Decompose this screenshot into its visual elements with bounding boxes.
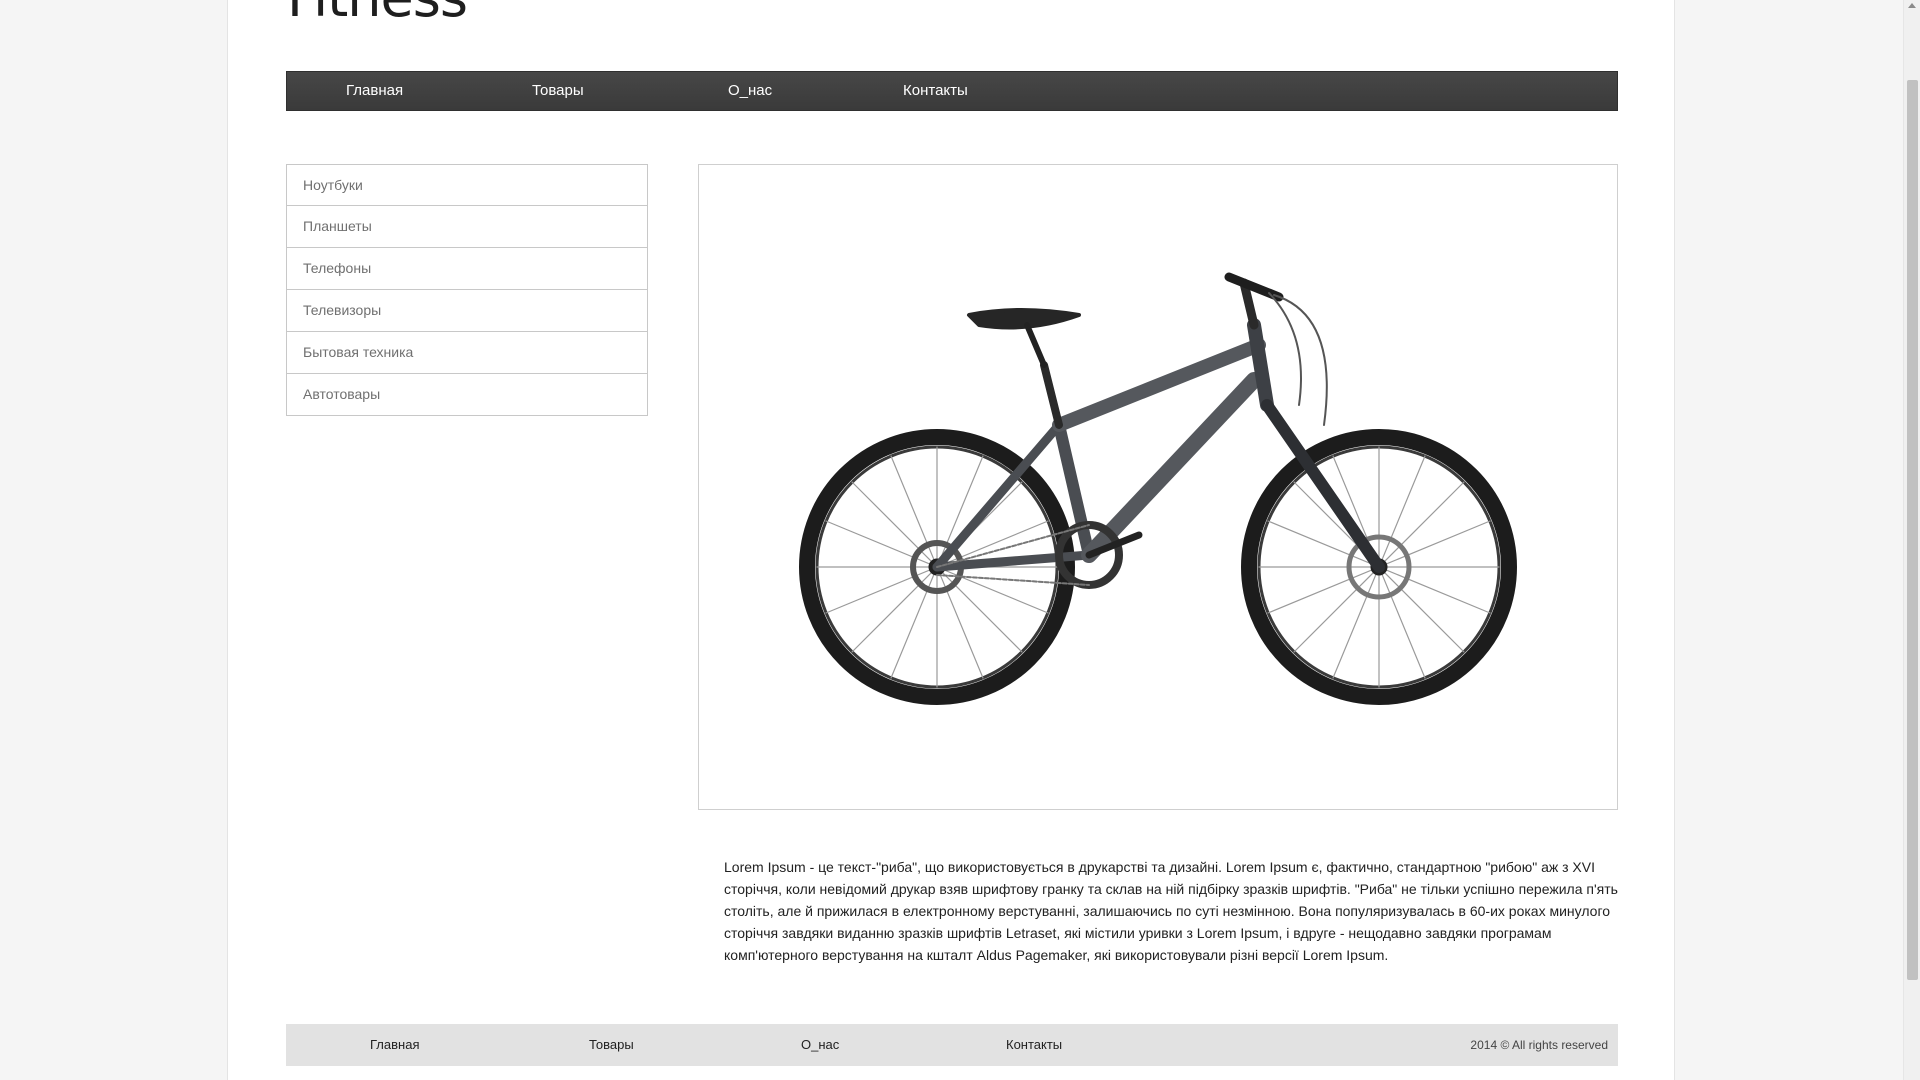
bike-saddle	[967, 308, 1081, 330]
footer-nav-products[interactable]: Товары	[589, 1024, 634, 1066]
product-description: Lorem Ipsum - це текст-"риба", що викори…	[724, 859, 1618, 963]
footer-nav-about[interactable]: О_нас	[801, 1024, 839, 1066]
nav-home[interactable]: Главная	[346, 72, 403, 110]
footer-bar: Главная Товары О_нас Контакты 2014 © All…	[286, 1024, 1618, 1066]
category-auto[interactable]: Автотовары	[286, 374, 648, 416]
top-navigation: Главная Товары О_нас Контакты	[286, 71, 1618, 111]
nav-products[interactable]: Товары	[532, 72, 584, 110]
page-container: Fitness Главная Товары О_нас Контакты Но…	[227, 0, 1675, 1080]
scroll-up-arrow-icon[interactable]	[1908, 3, 1916, 8]
footer-nav-home[interactable]: Главная	[370, 1024, 419, 1066]
scroll-thumb[interactable]	[1907, 80, 1918, 980]
category-tvs[interactable]: Телевизоры	[286, 290, 648, 332]
category-sidebar: Ноутбуки Планшеты Телефоны Телевизоры Бы…	[286, 164, 648, 416]
product-image-frame	[698, 164, 1618, 810]
site-logo[interactable]: Fitness	[287, 0, 468, 29]
nav-about[interactable]: О_нас	[728, 72, 772, 110]
footer-nav-contacts[interactable]: Контакты	[1006, 1024, 1062, 1066]
nav-contacts[interactable]: Контакты	[903, 72, 968, 110]
category-laptops[interactable]: Ноутбуки	[286, 164, 648, 206]
vertical-scrollbar[interactable]	[1903, 0, 1920, 1080]
category-appliances[interactable]: Бытовая техника	[286, 332, 648, 374]
category-tablets[interactable]: Планшеты	[286, 206, 648, 248]
footer-copyright: 2014 © All rights reserved	[1470, 1038, 1608, 1052]
category-phones[interactable]: Телефоны	[286, 248, 648, 290]
bicycle-image	[799, 272, 1517, 705]
